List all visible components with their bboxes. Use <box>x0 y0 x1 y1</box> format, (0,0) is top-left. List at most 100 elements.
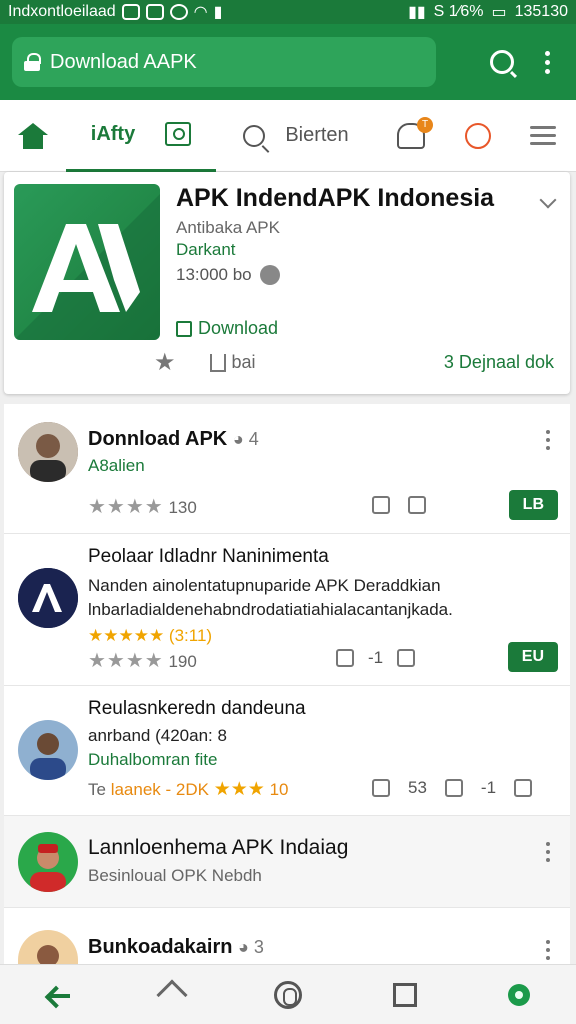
avatar[interactable] <box>18 422 78 482</box>
rating-stars: ★★★★ <box>88 496 164 518</box>
review-count: 3 <box>253 937 264 957</box>
wifi-icon: ◠ <box>193 4 208 21</box>
app-icon <box>169 4 188 20</box>
bookmark-icon[interactable] <box>408 496 426 514</box>
share-icon <box>209 353 226 372</box>
tab-home[interactable] <box>0 100 66 172</box>
download-button[interactable]: Download <box>176 318 278 339</box>
recents-icon[interactable] <box>393 982 418 1007</box>
review-item: Bunkoadakairn ◕ 3 <box>4 908 570 964</box>
image-icon <box>165 122 192 146</box>
review-menu-icon[interactable] <box>546 940 552 960</box>
reviews-panel: Donnload APK ◕ 4 A8alien ★★★★ 130 LB Peo… <box>4 404 570 964</box>
gold-rating: ★★★★★ (3:11) <box>88 626 212 646</box>
review-menu-icon[interactable] <box>546 702 552 706</box>
rating-count: 130 <box>168 498 197 517</box>
rating-count: 190 <box>168 652 197 671</box>
bookmark-icon[interactable] <box>397 649 416 667</box>
tab-search[interactable]: Bierten <box>216 100 376 172</box>
review-item: Peolaar Idladnr Naninimenta Nanden ainol… <box>4 534 570 686</box>
browser-toolbar: Download AAPK <box>0 24 576 100</box>
bottom-navigation <box>0 964 576 1024</box>
app-actions-row: ★ bai 3 Dejnaal dok <box>154 348 554 377</box>
pill-label: EU <box>521 648 544 665</box>
back-icon[interactable] <box>46 983 70 1007</box>
review-item: Lannloenhema APK Indaiag Besinloual OPK … <box>4 816 570 908</box>
app-size: 13:000 bo <box>176 265 280 285</box>
tab-messages[interactable] <box>446 100 510 172</box>
review-rating: ★★★★ 190 <box>88 648 197 673</box>
info-icon <box>259 265 280 285</box>
home-icon <box>18 122 48 149</box>
app-right-label[interactable]: 3 Dejnaal dok <box>444 352 554 373</box>
review-author: Peolaar Idladnr Naninimenta <box>88 546 329 567</box>
review-author: Bunkoadakairn ◕ 3 <box>88 936 264 959</box>
review-item: Donnload APK ◕ 4 A8alien ★★★★ 130 LB <box>4 404 570 534</box>
tab-strip: iAfty Bierten T <box>0 100 576 172</box>
gold-rating-text: ★★★★★ (3:11) <box>88 626 213 645</box>
review-rating: ★★★★ 130 <box>88 494 197 519</box>
review-menu-icon[interactable] <box>546 550 552 554</box>
gallery-icon <box>145 4 164 20</box>
app-card: APK IndendAPK Indonesia Antibaka APK Dar… <box>4 172 570 394</box>
share-icon[interactable] <box>444 779 463 797</box>
avatar[interactable] <box>18 930 78 964</box>
app-subtitle: Antibaka APK <box>176 218 280 237</box>
bell-icon: T <box>397 116 433 149</box>
review-menu-icon[interactable] <box>546 430 552 450</box>
review-menu-icon[interactable] <box>546 842 552 862</box>
review-item: Reulasnkeredn dandeuna anrband (420an: 8… <box>4 686 570 816</box>
like-count: -1 <box>368 648 384 667</box>
home-button-icon[interactable] <box>273 980 302 1009</box>
review-actions: 53 -1 <box>372 778 533 798</box>
tab-menu[interactable] <box>510 100 576 172</box>
review-author: Donnload APK ◕ 4 <box>88 428 259 451</box>
comment-icon: ◕ <box>232 429 249 449</box>
like-icon[interactable] <box>372 496 390 514</box>
gold-stars: ★★★ <box>213 779 265 800</box>
assistant-icon[interactable] <box>508 983 531 1006</box>
review-actions <box>372 496 426 514</box>
gold-count: 10 <box>269 780 289 799</box>
share-label: bai <box>231 352 256 372</box>
review-author-name: Donnload APK <box>88 428 228 450</box>
menu-icon <box>530 126 556 145</box>
status-bar: Indxontloeilaad ◠ ▮ ▮▮ S 1⁄6% ▭ 135130 <box>0 0 576 24</box>
pill-label: LB <box>522 496 544 513</box>
app-developer[interactable]: Darkant <box>176 240 236 260</box>
review-meta: Te laanek - 2DK ★★★ 10 <box>88 778 288 801</box>
review-action-pill[interactable]: LB <box>508 490 558 520</box>
avatar[interactable] <box>18 568 78 628</box>
avatar[interactable] <box>18 720 78 780</box>
chevron-down-icon[interactable] <box>539 191 557 209</box>
tab-apps[interactable]: iAfty <box>66 100 216 172</box>
like-icon[interactable] <box>336 649 354 667</box>
review-count: 4 <box>248 429 259 449</box>
app-title: APK IndendAPK Indonesia <box>176 184 495 212</box>
notification-icon <box>121 4 140 20</box>
comment-icon: ◕ <box>238 937 254 957</box>
clock: 135130 <box>514 3 568 20</box>
share-button[interactable]: bai <box>209 352 256 373</box>
forward-icon[interactable] <box>156 978 188 1011</box>
download-icon <box>176 320 192 337</box>
review-text: Nanden ainolentatupnuparide APK Deraddki… <box>88 576 453 619</box>
star-icon[interactable]: ★ <box>154 348 176 377</box>
address-text: Download AAPK <box>50 50 197 73</box>
review-action-pill[interactable]: EU <box>507 642 558 672</box>
status-left-text: Indxontloeilaad <box>8 3 116 20</box>
lens-search-icon[interactable] <box>490 50 514 74</box>
address-bar[interactable]: Download AAPK <box>12 37 436 87</box>
tab-search-label: Bierten <box>285 124 349 146</box>
signal-icon: ▮ <box>213 4 223 21</box>
browser-menu-icon[interactable] <box>544 50 550 74</box>
chat-icon <box>465 122 491 149</box>
rating-stars: ★★★★ <box>88 650 164 672</box>
tab-notifications[interactable]: T <box>376 100 446 172</box>
comment-icon[interactable] <box>514 779 533 797</box>
review-subtitle: Besinloual OPK Nebdh <box>88 866 262 885</box>
like-count: 53 <box>408 778 427 797</box>
avatar[interactable] <box>18 832 78 892</box>
like-icon[interactable] <box>372 779 390 797</box>
review-author: Reulasnkeredn dandeuna <box>88 698 306 719</box>
